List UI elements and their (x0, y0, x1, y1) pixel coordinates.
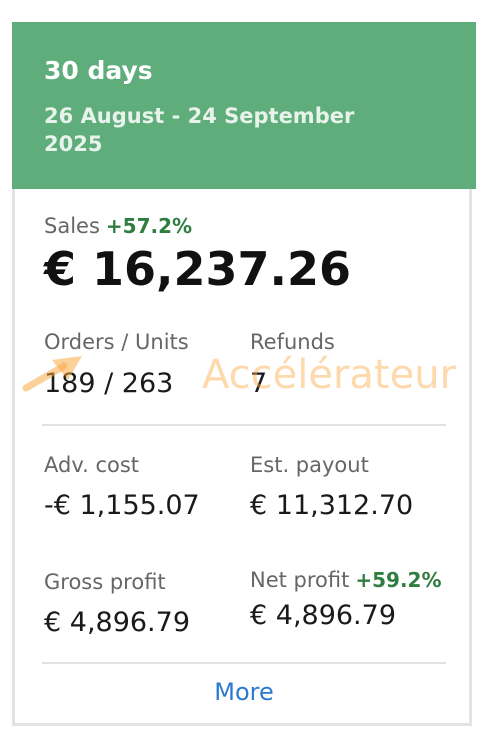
divider-top (42, 424, 446, 426)
adv-cost-value: -€ 1,155.07 (44, 490, 200, 521)
sales-change-badge: +57.2% (105, 214, 193, 238)
est-payout-label: Est. payout (250, 453, 369, 477)
sales-label: Sales (44, 214, 100, 238)
orders-units-label: Orders / Units (44, 330, 189, 354)
refunds-value: 7 (250, 368, 268, 399)
net-profit-label: Net profit (250, 568, 350, 592)
gross-profit-label: Gross profit (44, 570, 166, 594)
period-header: 30 days 26 August - 24 September 2025 (12, 22, 476, 189)
net-profit-change-badge: +59.2% (355, 568, 442, 592)
refunds-label: Refunds (250, 330, 335, 354)
gross-profit-value: € 4,896.79 (44, 607, 190, 638)
divider-bottom (42, 662, 446, 664)
sales-label-row: Sales +57.2% (44, 214, 192, 238)
net-profit-label-row: Net profit +59.2% (250, 568, 442, 592)
orders-units-value: 189 / 263 (44, 368, 174, 399)
period-date-range: 26 August - 24 September 2025 (44, 104, 355, 156)
est-payout-value: € 11,312.70 (250, 490, 414, 521)
period-title: 30 days (44, 56, 153, 85)
adv-cost-label: Adv. cost (44, 453, 140, 477)
sales-value: € 16,237.26 (44, 242, 352, 296)
net-profit-value: € 4,896.79 (250, 600, 396, 631)
more-link[interactable]: More (0, 678, 488, 706)
